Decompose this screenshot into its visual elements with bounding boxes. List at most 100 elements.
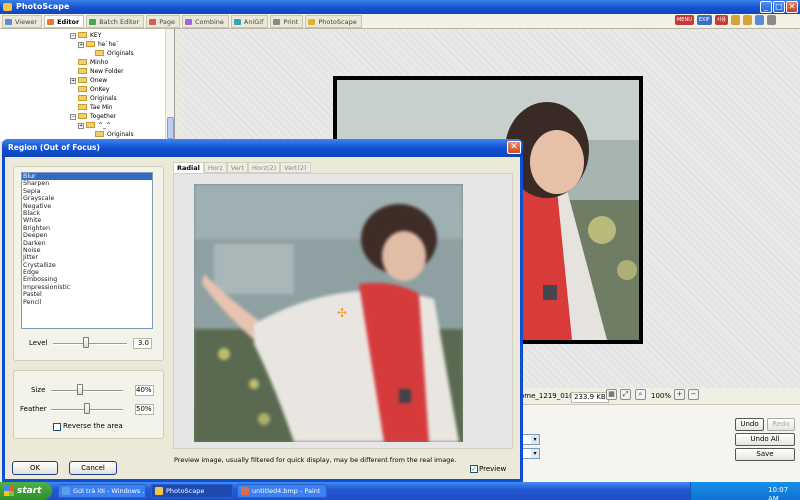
feather-slider-thumb[interactable]	[84, 403, 90, 414]
start-button[interactable]: start	[0, 482, 52, 500]
filter-item[interactable]: Noise	[22, 247, 152, 254]
tab-horz-2[interactable]: Horz(2)	[248, 162, 281, 173]
preview-checkbox[interactable]: ✓	[470, 465, 478, 473]
tree-item[interactable]: OnKey	[70, 85, 109, 94]
dialog-title: Region (Out of Focus)	[8, 143, 100, 152]
filter-item[interactable]: Brighten	[22, 225, 152, 232]
menu-button[interactable]: MENU	[674, 15, 694, 25]
tree-item[interactable]: Originals	[87, 49, 134, 58]
expand-icon[interactable]: +	[78, 42, 84, 48]
filter-item[interactable]: Blur	[22, 173, 152, 181]
home-icon[interactable]	[731, 15, 740, 25]
folder-icon	[86, 41, 95, 47]
tool-dropdown-1[interactable]: ▾	[520, 434, 540, 445]
dialog-title-bar[interactable]: Region (Out of Focus)	[2, 139, 523, 157]
filter-item[interactable]: Crystallize	[22, 262, 152, 269]
photoscape-app-icon	[3, 3, 12, 11]
exif-button[interactable]: EXIF	[696, 15, 712, 25]
size-slider-track[interactable]	[51, 390, 123, 392]
filter-item[interactable]: Black	[22, 210, 152, 217]
taskbar-item-photoscape[interactable]: PhotoScape	[151, 484, 233, 498]
filter-item[interactable]: Sepia	[22, 188, 152, 195]
tab-editor[interactable]: Editor	[44, 15, 85, 28]
cancel-button[interactable]: Cancel	[69, 461, 117, 475]
fit-view-icon[interactable]: ⤢	[620, 389, 631, 400]
tree-item[interactable]: − KEY	[70, 31, 101, 40]
size-slider-thumb[interactable]	[76, 384, 83, 395]
tab-batch-editor[interactable]: Batch Editor	[86, 15, 145, 28]
tab-vert[interactable]: Vert	[226, 162, 249, 173]
reverse-area-checkbox[interactable]	[53, 423, 61, 431]
tree-item[interactable]: + ^_^	[78, 121, 111, 130]
folder-tree-scrollbar[interactable]	[165, 29, 174, 141]
filter-item[interactable]: Grayscale	[22, 195, 152, 202]
collapse-icon[interactable]: −	[70, 114, 76, 120]
viewer-tab-icon	[5, 19, 12, 25]
tab-radial[interactable]: Radial	[173, 162, 204, 173]
zoom-out-icon[interactable]: −	[688, 389, 699, 400]
tree-item[interactable]: Originals	[87, 130, 134, 139]
tab-print[interactable]: Print	[270, 15, 304, 28]
maximize-icon[interactable]: □	[773, 1, 785, 13]
tree-item[interactable]: + Onew	[70, 76, 107, 85]
language-button[interactable]: 사용	[714, 15, 728, 25]
taskbar-item-browser[interactable]: Gửi trả lời - Windows ...	[58, 484, 146, 498]
focus-center-marker[interactable]: ✣	[337, 307, 347, 319]
tab-horz[interactable]: Horz	[203, 162, 227, 173]
tab-page[interactable]: Page	[146, 15, 180, 28]
zoom-in-icon[interactable]: +	[674, 389, 685, 400]
batch-editor-tab-icon	[89, 19, 97, 25]
expand-icon[interactable]: +	[78, 123, 84, 129]
folder-tree: − KEY + he`he` Originals Minho New Folder + Onew…	[0, 29, 175, 141]
filter-item[interactable]: Deepen	[22, 232, 152, 239]
tree-item[interactable]: Originals	[70, 94, 117, 103]
tree-item[interactable]: Tae Min	[70, 103, 113, 112]
filter-item[interactable]: Impressionistic	[22, 284, 152, 291]
checkerboard-icon[interactable]: ▦	[606, 389, 617, 400]
filter-item[interactable]: Negative	[22, 203, 152, 210]
filter-list[interactable]: Blur Sharpen Sepia Grayscale Negative Black Wh…	[21, 172, 153, 329]
preview-image[interactable]: ✣	[194, 184, 463, 442]
tool-dropdown-2[interactable]: ▾	[520, 448, 540, 459]
print-tab-icon	[273, 19, 281, 25]
level-slider-track[interactable]	[53, 343, 127, 345]
undo-button[interactable]: Undo	[735, 418, 764, 431]
filter-item[interactable]: Embossing	[22, 276, 152, 283]
folder-icon	[78, 104, 87, 110]
settings-icon[interactable]	[767, 15, 776, 25]
toolbar-icons: MENU EXIF 사용	[674, 15, 776, 25]
taskbar-item-paint[interactable]: untitled4.bmp - Paint	[237, 484, 327, 498]
filter-item[interactable]: Sharpen	[22, 180, 152, 187]
folder-icon[interactable]	[743, 15, 752, 25]
tree-item[interactable]: + he`he`	[78, 40, 119, 49]
tree-item[interactable]: New Folder	[70, 67, 124, 76]
tab-combine[interactable]: Combine	[181, 15, 229, 28]
filter-item[interactable]: Pencil	[22, 299, 152, 306]
close-icon[interactable]: ✕	[786, 1, 798, 13]
expand-icon[interactable]: +	[70, 78, 76, 84]
tree-item[interactable]: − Together	[70, 112, 116, 121]
tab-photoscape[interactable]: PhotoScape	[305, 15, 362, 28]
tab-vert-2[interactable]: Vert(2)	[280, 162, 311, 173]
redo-button[interactable]: Redo	[767, 418, 795, 431]
tab-viewer[interactable]: Viewer	[2, 15, 43, 28]
scrollbar-thumb[interactable]	[167, 117, 174, 139]
help-icon[interactable]	[755, 15, 764, 25]
filter-item[interactable]: Edge	[22, 269, 152, 276]
filter-item[interactable]: White	[22, 217, 152, 224]
status-filename: ome_1219_010	[520, 392, 574, 400]
tree-item-label: Minho	[90, 59, 109, 66]
collapse-icon[interactable]: −	[70, 33, 76, 39]
tree-item[interactable]: Minho	[70, 58, 108, 67]
dialog-close-icon[interactable]: ✕	[507, 141, 521, 154]
undo-all-button[interactable]: Undo All	[735, 433, 795, 446]
ok-button[interactable]: OK	[12, 461, 58, 475]
filter-item[interactable]: Jitter	[22, 254, 152, 261]
zoom-actual-icon[interactable]: ⌕	[635, 389, 646, 400]
minimize-icon[interactable]: _	[760, 1, 772, 13]
save-button[interactable]: Save	[735, 448, 795, 461]
level-slider-thumb[interactable]	[83, 337, 90, 348]
filter-item[interactable]: Pastel	[22, 291, 152, 298]
filter-item[interactable]: Darken	[22, 240, 152, 247]
tab-anigif[interactable]: AniGif	[230, 15, 269, 28]
